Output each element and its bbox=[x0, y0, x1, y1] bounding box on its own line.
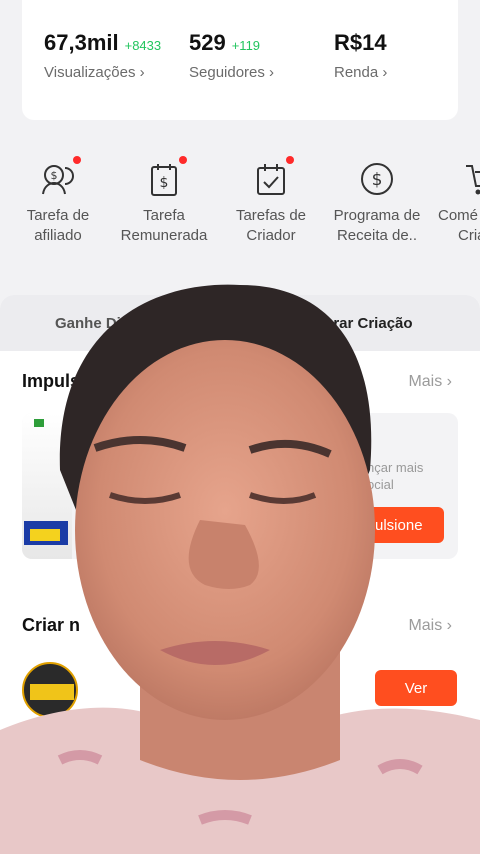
creator-avatar bbox=[22, 662, 78, 718]
thumb-logo-icon bbox=[34, 419, 44, 427]
tool-affiliate-task[interactable]: $ Tarefa de afiliado bbox=[8, 150, 108, 246]
stat-label: Seguidores › bbox=[189, 64, 275, 81]
notification-dot bbox=[73, 156, 81, 164]
content-panel: Ganhe Di Melhorar Criação Impuls Mais › … bbox=[0, 295, 480, 854]
tool-revenue-program[interactable]: $ Programa de Receita de.. bbox=[327, 150, 427, 246]
stat-value: R$14 bbox=[334, 30, 387, 55]
section-title-impulsione: Impuls bbox=[22, 371, 81, 391]
stat-value: 529 bbox=[189, 30, 226, 55]
promo-text: nçar mais ocial bbox=[367, 459, 423, 493]
tool-label: Programa de bbox=[333, 207, 421, 224]
promo-text-line: ocial bbox=[367, 477, 394, 492]
stat-label: Visualizações › bbox=[44, 64, 145, 81]
notification-dot bbox=[179, 156, 187, 164]
more-link-impulsione[interactable]: Mais › bbox=[408, 373, 452, 391]
creator-tasks-icon bbox=[252, 156, 294, 198]
tool-label: Comé bbox=[438, 207, 479, 224]
ver-button[interactable]: Ver bbox=[375, 670, 457, 706]
avatar-badge bbox=[30, 684, 74, 700]
tool-paid-task[interactable]: $ Tarefa Remunerada bbox=[114, 150, 214, 246]
tool-label: afiliado bbox=[34, 227, 82, 244]
promo-text-line: nçar mais bbox=[367, 460, 424, 475]
svg-text:$: $ bbox=[372, 170, 383, 190]
impulsione-button[interactable]: Impulsione bbox=[340, 507, 444, 543]
tool-label: Remunerada bbox=[120, 227, 208, 244]
thumb-banner-accent bbox=[30, 529, 60, 541]
section-title-criar: Criar n bbox=[22, 615, 81, 635]
tool-label: Tarefa bbox=[143, 207, 185, 224]
stat-delta: +8433 bbox=[124, 38, 162, 53]
tab-improve-creation[interactable]: Melhorar Criação bbox=[290, 315, 413, 332]
stats-card: 67,3mil +8433 Visualizações › 529 +119 Seg… bbox=[22, 0, 458, 120]
stat-followers[interactable]: 529 +119 Seguidores › bbox=[189, 30, 274, 81]
notification-dot bbox=[286, 156, 294, 164]
tool-creator-tasks[interactable]: Tarefas de Criador bbox=[221, 150, 321, 246]
tool-commerce[interactable]: Comé Cria bbox=[430, 150, 480, 246]
cart-icon bbox=[464, 160, 480, 198]
svg-text:$: $ bbox=[51, 169, 58, 182]
tool-label: Cria bbox=[458, 227, 480, 244]
tab-bar: Ganhe Di Melhorar Criação bbox=[0, 295, 480, 351]
stat-income[interactable]: R$14 Renda › bbox=[334, 30, 387, 81]
tool-label: Criador bbox=[246, 227, 296, 244]
tab-earn-money[interactable]: Ganhe Di bbox=[55, 315, 121, 332]
tool-label: Tarefas de bbox=[235, 207, 307, 224]
svg-text:$: $ bbox=[160, 175, 169, 191]
stat-delta: +119 bbox=[231, 38, 261, 53]
tool-label: Receita de.. bbox=[336, 227, 418, 244]
affiliate-task-icon: $ bbox=[39, 156, 81, 198]
revenue-program-icon: $ bbox=[358, 160, 396, 198]
more-link-criar[interactable]: Mais › bbox=[408, 617, 452, 635]
paid-task-icon: $ bbox=[145, 156, 187, 198]
stat-views[interactable]: 67,3mil +8433 Visualizações › bbox=[44, 30, 161, 81]
promo-thumbnail bbox=[22, 413, 72, 559]
stat-value: 67,3mil bbox=[44, 30, 119, 55]
tools-row: $ Tarefa de afiliado $ Tarefa Remunerada T… bbox=[0, 150, 480, 260]
tool-label: Tarefa de bbox=[26, 207, 90, 224]
stat-label: Renda › bbox=[334, 64, 388, 81]
